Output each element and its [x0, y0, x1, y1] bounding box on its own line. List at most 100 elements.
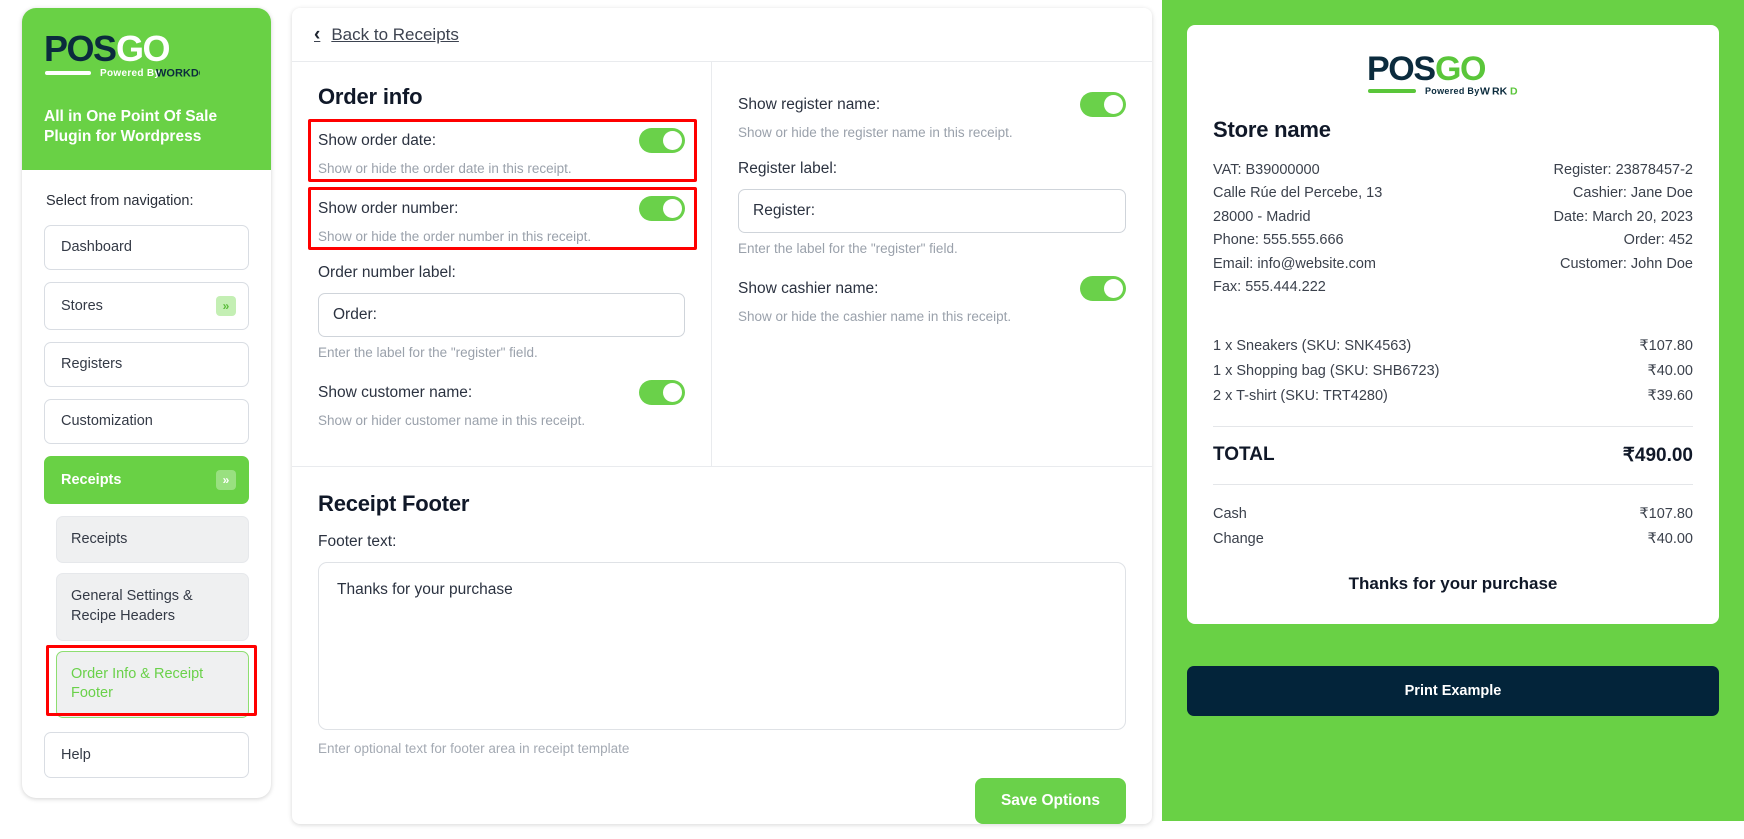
- toggle-knob: [663, 383, 682, 402]
- order-number-label-input[interactable]: [318, 293, 685, 337]
- order-info-left-column: Order info Show order date: Show or hide…: [292, 62, 712, 466]
- receipt-line-item: 1 x Sneakers (SKU: SNK4563) ₹107.80: [1213, 334, 1693, 359]
- field-show-customer-name: Show customer name: Show or hider custom…: [318, 380, 685, 428]
- chevron-right-icon: »: [216, 469, 236, 490]
- sidebar-item-registers[interactable]: Registers: [44, 341, 249, 387]
- svg-text:Powered By: Powered By: [100, 68, 160, 79]
- toggle-show-register-name[interactable]: [1080, 92, 1126, 117]
- receipt-payment-row: Cash ₹107.80: [1213, 502, 1693, 527]
- payment-label: Cash: [1213, 505, 1247, 522]
- chevron-right-icon: »: [216, 295, 236, 316]
- total-label: TOTAL: [1213, 443, 1275, 465]
- svg-text:GO: GO: [1435, 50, 1486, 88]
- main-content: ‹ Back to Receipts Order info Show order…: [272, 0, 1162, 839]
- field-row: Show customer name:: [318, 380, 685, 405]
- field-show-register-name: Show register name: Show or hide the reg…: [738, 92, 1126, 140]
- field-label: Register label:: [738, 160, 838, 177]
- meta-line: Phone: 555.555.666: [1213, 232, 1344, 249]
- receipt-payment-row: Change ₹40.00: [1213, 527, 1693, 552]
- toggle-knob: [1104, 95, 1123, 114]
- field-row: Show order date:: [318, 128, 685, 153]
- sidebar-subnav: Receipts General Settings & Recipe Heade…: [44, 515, 257, 718]
- footer-text-textarea[interactable]: Thanks for your purchase: [318, 562, 1126, 730]
- receipt-preview: POS GO Powered By W RK D Store name VAT:…: [1187, 25, 1719, 625]
- toggle-show-order-number[interactable]: [639, 196, 685, 221]
- field-hint: Enter the label for the "register" field…: [738, 241, 958, 256]
- sidebar-item-dashboard[interactable]: Dashboard: [44, 224, 249, 270]
- receipt-footer-section: Receipt Footer Footer text: Thanks for y…: [292, 467, 1152, 824]
- line-item-amount: ₹40.00: [1647, 362, 1693, 379]
- field-label: Show order number:: [318, 199, 459, 217]
- receipt-line-items: 1 x Sneakers (SKU: SNK4563) ₹107.80 1 x …: [1213, 334, 1693, 409]
- svg-text:POS: POS: [44, 28, 116, 69]
- sidebar-item-stores[interactable]: Stores »: [44, 281, 249, 330]
- back-link-label: Back to Receipts: [331, 24, 459, 44]
- save-options-button[interactable]: Save Options: [974, 778, 1126, 824]
- meta-line: Calle Rúe del Percebe, 13: [1213, 185, 1383, 202]
- sidebar-header: POS GO Powered By WORKDO All in One Poin…: [22, 8, 271, 170]
- back-to-receipts-link[interactable]: ‹ Back to Receipts: [314, 25, 459, 45]
- toggle-show-order-date[interactable]: [639, 128, 685, 153]
- svg-text:GO: GO: [116, 28, 170, 69]
- sidebar: POS GO Powered By WORKDO All in One Poin…: [0, 0, 272, 798]
- field-hint: Show or hider customer name in this rece…: [318, 413, 586, 428]
- receipt-preview-panel: POS GO Powered By W RK D Store name VAT:…: [1162, 0, 1744, 821]
- total-amount: ₹490.00: [1622, 444, 1693, 466]
- brand-tagline: All in One Point Of Sale Plugin for Word…: [44, 108, 218, 146]
- toggle-show-cashier-name[interactable]: [1080, 276, 1126, 301]
- meta-line: Fax: 555.444.222: [1213, 279, 1326, 296]
- toggle-show-customer-name[interactable]: [639, 380, 685, 405]
- field-row: Show order number:: [318, 196, 685, 221]
- payment-label: Change: [1213, 531, 1264, 548]
- svg-text:W: W: [1480, 86, 1490, 98]
- sidebar-subitem-general-settings[interactable]: General Settings & Recipe Headers: [56, 573, 249, 641]
- line-item-desc: 1 x Sneakers (SKU: SNK4563): [1213, 337, 1412, 354]
- print-example-button[interactable]: Print Example: [1187, 666, 1719, 717]
- sidebar-item-customization[interactable]: Customization: [44, 398, 249, 444]
- meta-line: VAT: B39000000: [1213, 162, 1320, 178]
- sidebar-item-label: Customization: [61, 413, 153, 430]
- field-label: Show cashier name:: [738, 279, 879, 297]
- field-register-label: Register label: Enter the label for the …: [738, 160, 1126, 256]
- footer-text-hint: Enter optional text for footer area in r…: [318, 741, 630, 756]
- field-label: Order number label:: [318, 264, 456, 281]
- field-hint: Show or hide the order number in this re…: [318, 229, 592, 244]
- sidebar-subitem-receipts[interactable]: Receipts: [56, 515, 249, 564]
- toggle-knob: [663, 131, 682, 150]
- settings-card: ‹ Back to Receipts Order info Show order…: [292, 8, 1152, 824]
- divider: [1213, 483, 1693, 485]
- meta-line: Cashier: Jane Doe: [1572, 185, 1693, 202]
- toggle-knob: [663, 199, 682, 218]
- sidebar-card: POS GO Powered By WORKDO All in One Poin…: [22, 8, 271, 798]
- receipt-meta: VAT: B39000000 Calle Rúe del Percebe, 13…: [1213, 159, 1693, 300]
- field-order-number-label: Order number label: Enter the label for …: [318, 264, 685, 360]
- line-item-desc: 1 x Shopping bag (SKU: SHB6723): [1213, 362, 1440, 379]
- topbar: ‹ Back to Receipts: [292, 8, 1152, 62]
- sidebar-subitem-order-info-wrapper: Order Info & Receipt Footer: [46, 644, 257, 718]
- line-item-desc: 2 x T-shirt (SKU: TRT4280): [1213, 387, 1388, 404]
- meta-line: Customer: John Doe: [1560, 255, 1693, 272]
- receipt-posgo-logo: POS GO Powered By W RK D: [1213, 47, 1693, 103]
- field-row: Show cashier name:: [738, 276, 1126, 301]
- receipt-total-row: TOTAL ₹490.00: [1213, 444, 1693, 467]
- page-title: Order info: [318, 84, 423, 109]
- meta-line: Register: 23878457-2: [1553, 162, 1693, 178]
- sidebar-item-help[interactable]: Help: [44, 731, 249, 778]
- receipt-thanks-text: Thanks for your purchase: [1348, 574, 1558, 594]
- order-info-columns: Order info Show order date: Show or hide…: [292, 62, 1152, 467]
- line-item-amount: ₹39.60: [1647, 387, 1693, 404]
- sidebar-item-receipts[interactable]: Receipts »: [44, 455, 249, 504]
- nav-hint: Select from navigation:: [46, 192, 194, 209]
- receipt-line-item: 2 x T-shirt (SKU: TRT4280) ₹39.60: [1213, 384, 1693, 409]
- svg-text:WORKDO: WORKDO: [156, 68, 200, 80]
- register-label-input[interactable]: [738, 189, 1126, 233]
- sidebar-item-label: Dashboard: [61, 239, 132, 256]
- meta-line: 28000 - Madrid: [1213, 208, 1311, 225]
- svg-text:Powered By: Powered By: [1425, 86, 1480, 96]
- payment-amount: ₹40.00: [1647, 531, 1693, 548]
- save-row: Save Options: [318, 756, 1126, 824]
- field-label: Show order date:: [318, 131, 437, 149]
- posgo-logo: POS GO Powered By WORKDO: [44, 28, 249, 91]
- sidebar-subitem-order-info-receipt-footer[interactable]: Order Info & Receipt Footer: [56, 650, 249, 718]
- meta-line: Date: March 20, 2023: [1553, 208, 1693, 225]
